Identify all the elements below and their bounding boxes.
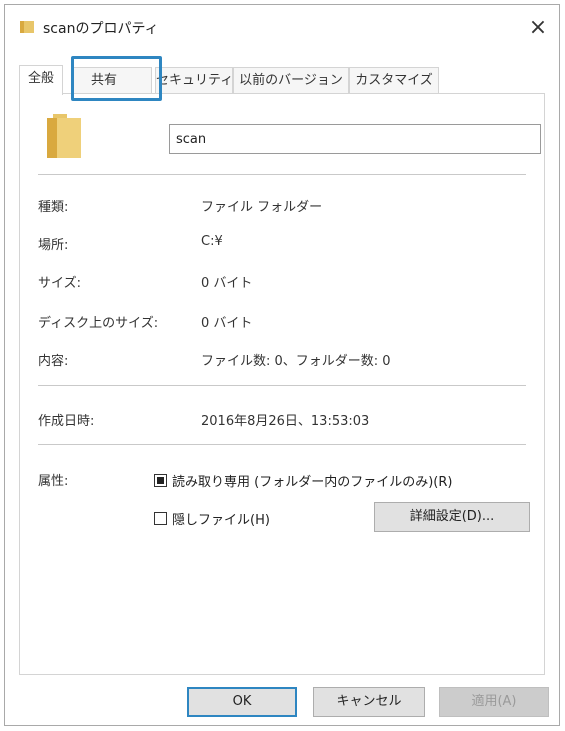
readonly-label[interactable]: 読み取り専用 (フォルダー内のファイルのみ)(R) [172, 471, 452, 490]
location-value: C:¥ [201, 234, 223, 249]
folder-icon [19, 19, 35, 39]
hidden-label[interactable]: 隠しファイル(H) [172, 509, 270, 528]
type-label: 種類: [38, 200, 69, 215]
tab-general[interactable]: 全般 [19, 65, 63, 95]
close-icon: × [528, 15, 548, 40]
size-on-disk-label: ディスク上のサイズ: [38, 316, 159, 331]
readonly-checkbox[interactable] [154, 474, 167, 487]
close-button[interactable]: × [523, 13, 553, 43]
created-label: 作成日時: [38, 414, 95, 429]
separator [38, 174, 526, 175]
created-value: 2016年8月26日、13:53:03 [201, 414, 370, 429]
tab-strip: 全般 共有 セキュリティ 以前のバージョン カスタマイズ [19, 65, 545, 95]
separator [38, 444, 526, 445]
separator [38, 385, 526, 386]
contents-label: 内容: [38, 354, 69, 369]
tab-previous-versions[interactable]: 以前のバージョン [233, 67, 349, 93]
cancel-button[interactable]: キャンセル [313, 687, 425, 717]
location-label: 場所: [38, 238, 69, 253]
tab-security[interactable]: セキュリティ [155, 67, 233, 93]
apply-button[interactable]: 適用(A) [439, 687, 549, 717]
indeterminate-mark [157, 477, 164, 484]
size-on-disk-value: 0 バイト [201, 316, 253, 331]
general-tab-panel: 種類: ファイル フォルダー 場所: C:¥ サイズ: 0 バイト ディスク上の… [19, 93, 545, 675]
ok-button[interactable]: OK [187, 687, 297, 717]
tab-sharing[interactable]: 共有 [72, 67, 152, 93]
attributes-label: 属性: [38, 474, 69, 489]
title-bar: scanのプロパティ × [5, 5, 559, 51]
properties-dialog: scanのプロパティ × 全般 共有 セキュリティ 以前のバージョン カスタマイ… [4, 4, 560, 726]
folder-name-input[interactable] [169, 124, 541, 154]
type-value: ファイル フォルダー [201, 200, 323, 215]
advanced-button[interactable]: 詳細設定(D)... [374, 502, 530, 532]
window-title: scanのプロパティ [43, 21, 159, 37]
tab-customize[interactable]: カスタマイズ [349, 67, 439, 93]
size-value: 0 バイト [201, 276, 253, 291]
contents-value: ファイル数: 0、フォルダー数: 0 [201, 354, 391, 369]
size-label: サイズ: [38, 276, 81, 291]
hidden-checkbox[interactable] [154, 512, 167, 525]
folder-large-icon [47, 114, 81, 162]
